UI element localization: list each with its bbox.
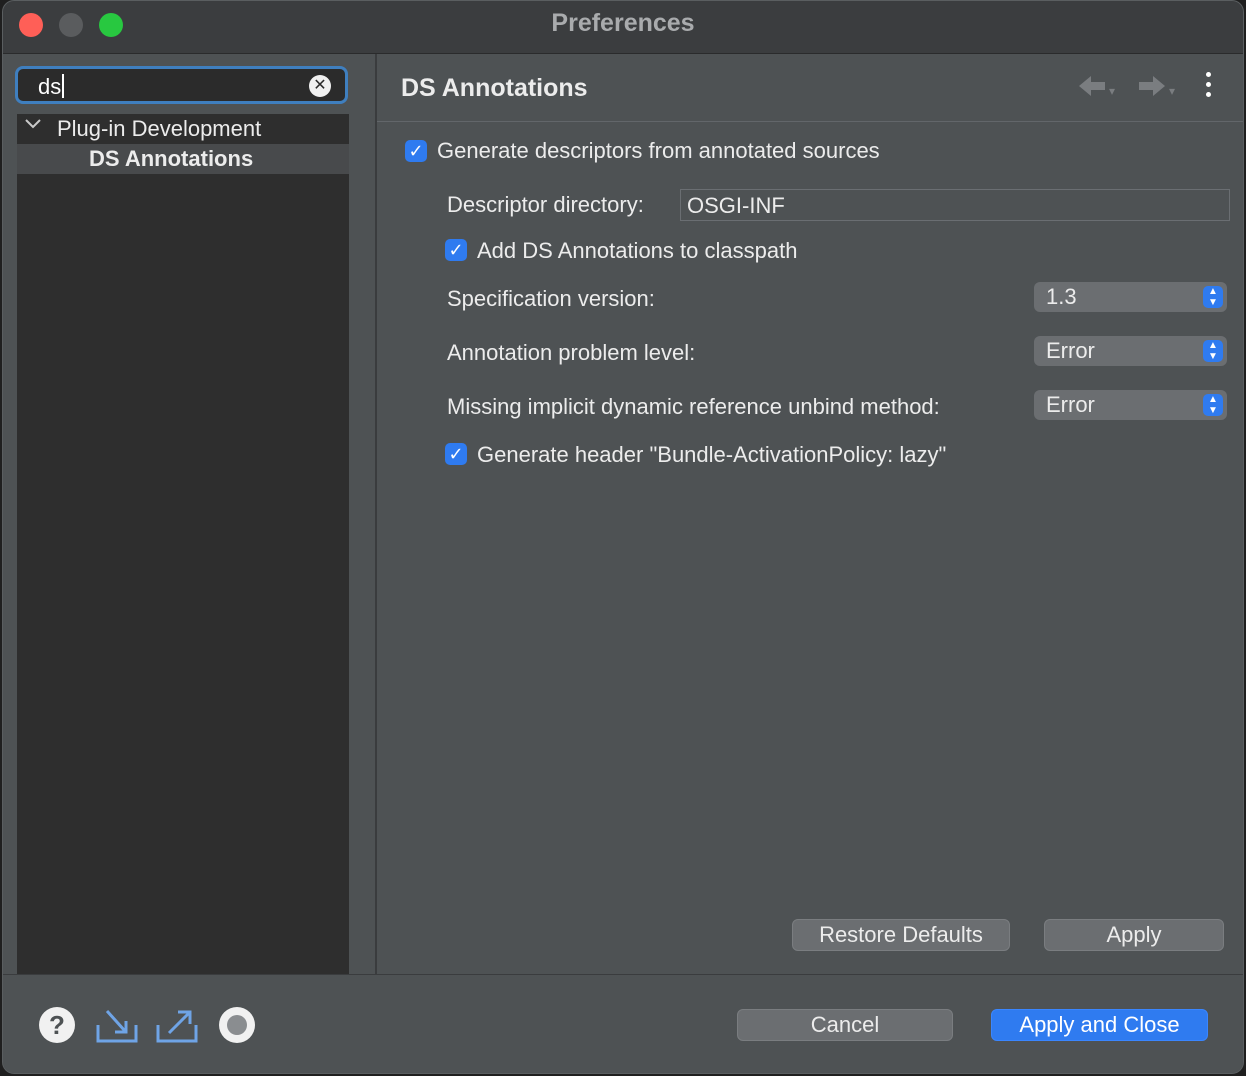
- chevron-down-icon[interactable]: ▾: [1169, 84, 1175, 98]
- generate-descriptors-label: Generate descriptors from annotated sour…: [437, 138, 880, 163]
- descriptor-directory-field[interactable]: OSGI-INF: [680, 189, 1230, 221]
- sidebar: ds ✕ Plug-in Development DS Annotations: [3, 54, 377, 974]
- spec-version-label: Specification version:: [447, 286, 655, 311]
- tree-item-label: DS Annotations: [89, 146, 254, 171]
- title-bar: Preferences: [3, 1, 1243, 54]
- arrow-left-icon: [1079, 76, 1105, 96]
- missing-unbind-select[interactable]: Error ▲ ▼: [1034, 390, 1227, 420]
- tree-item-plugin-development[interactable]: Plug-in Development: [17, 114, 349, 144]
- generate-descriptors-checkbox[interactable]: ✓: [405, 140, 427, 162]
- arrow-right-icon: [1139, 76, 1165, 96]
- chevron-down-icon[interactable]: [25, 117, 41, 135]
- more-options-icon[interactable]: [1205, 72, 1213, 102]
- text-caret: [62, 74, 65, 98]
- spec-version-value: 1.3: [1046, 284, 1077, 309]
- window-title: Preferences: [551, 9, 695, 37]
- problem-level-label: Annotation problem level:: [447, 340, 696, 365]
- filter-input[interactable]: ds ✕: [15, 66, 348, 104]
- divider: [377, 121, 1243, 122]
- problem-level-select[interactable]: Error ▲ ▼: [1034, 336, 1227, 366]
- chevron-updown-icon: ▲ ▼: [1203, 286, 1223, 308]
- apply-and-close-button[interactable]: Apply and Close: [991, 1009, 1208, 1041]
- apply-button[interactable]: Apply: [1044, 919, 1224, 951]
- forward-button[interactable]: ▾: [1137, 74, 1175, 105]
- chevron-down-icon[interactable]: ▾: [1109, 84, 1115, 98]
- svg-text:?: ?: [49, 1010, 65, 1040]
- chevron-updown-icon: ▲ ▼: [1203, 340, 1223, 362]
- missing-unbind-value: Error: [1046, 392, 1095, 417]
- footer: ? Cancel Apply and Close: [3, 974, 1243, 1073]
- page-title: DS Annotations: [401, 74, 588, 102]
- add-classpath-label: Add DS Annotations to classpath: [477, 238, 798, 263]
- cancel-button[interactable]: Cancel: [737, 1009, 953, 1041]
- preference-tree: Plug-in Development DS Annotations: [17, 114, 349, 974]
- help-icon[interactable]: ?: [37, 1005, 77, 1045]
- spec-version-select[interactable]: 1.3 ▲ ▼: [1034, 282, 1227, 312]
- tree-item-label: Plug-in Development: [57, 116, 262, 141]
- preference-page: DS Annotations ▾ ▾ ✓ Generate descriptor…: [377, 54, 1243, 974]
- generate-header-label: Generate header "Bundle-ActivationPolicy…: [477, 442, 947, 467]
- missing-unbind-label: Missing implicit dynamic reference unbin…: [447, 394, 940, 419]
- filter-input-value: ds: [38, 74, 62, 99]
- generate-header-checkbox[interactable]: ✓: [445, 443, 467, 465]
- restore-defaults-button[interactable]: Restore Defaults: [792, 919, 1010, 951]
- record-icon[interactable]: [217, 1005, 257, 1045]
- back-button[interactable]: ▾: [1077, 74, 1115, 105]
- add-classpath-checkbox[interactable]: ✓: [445, 239, 467, 261]
- descriptor-directory-label: Descriptor directory:: [447, 192, 644, 217]
- chevron-updown-icon: ▲ ▼: [1203, 394, 1223, 416]
- problem-level-value: Error: [1046, 338, 1095, 363]
- clear-icon[interactable]: ✕: [309, 75, 331, 97]
- tree-item-ds-annotations[interactable]: DS Annotations: [17, 144, 349, 174]
- export-icon[interactable]: [155, 1005, 199, 1045]
- preferences-window: Preferences ds ✕ Plug-in Development DS …: [2, 0, 1244, 1074]
- descriptor-directory-value: OSGI-INF: [687, 193, 785, 218]
- import-icon[interactable]: [95, 1005, 139, 1045]
